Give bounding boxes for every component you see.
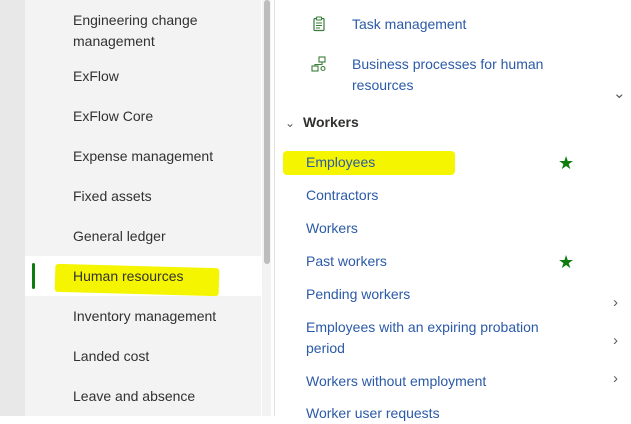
workspace-task-management[interactable]: Task management [352,14,572,35]
chevron-down-icon: ⌄ [285,116,296,130]
process-flow-icon [311,56,326,72]
workspace-business-processes-hr[interactable]: Business processes for human resources [352,54,572,96]
nav-item-leave-and-absence[interactable]: Leave and absence [25,386,261,407]
nav-item-human-resources[interactable]: Human resources [25,256,261,297]
nav-item-exflow-core[interactable]: ExFlow Core [25,106,261,127]
nav-item-engineering-change-management[interactable]: Engineering change management [25,10,261,52]
chevron-right-icon[interactable]: › [613,295,618,310]
link-label-line1: Employees with an expiring probation [306,319,539,335]
link-employees-expiring-probation[interactable]: Employees with an expiring probation per… [306,317,539,359]
nav-item-fixed-assets[interactable]: Fixed assets [25,186,261,207]
nav-item-expense-management[interactable]: Expense management [25,146,261,167]
workspace-label-line1: Business processes for human [352,56,544,72]
nav-item-label-line2: management [73,33,155,49]
chevron-right-icon[interactable]: › [613,371,618,386]
link-workers[interactable]: Workers [306,218,358,239]
link-employees[interactable]: Employees [306,152,375,173]
workspace-label-line2: resources [352,77,414,93]
nav-item-label: Inventory management [73,308,217,324]
module-content-panel: Task management Business processes for h… [275,0,631,421]
link-past-workers[interactable]: Past workers [306,251,387,272]
section-workers-header[interactable]: ⌄ Workers [285,114,359,130]
nav-item-label: Fixed assets [73,188,152,204]
nav-item-label: General ledger [73,228,166,244]
nav-item-exflow[interactable]: ExFlow [25,66,261,87]
module-navigation: Engineering change management ExFlow ExF… [25,0,261,416]
nav-item-label: Landed cost [73,348,150,364]
nav-scrollbar-thumb[interactable] [264,0,270,264]
nav-item-label: ExFlow [73,68,119,84]
link-worker-user-requests[interactable]: Worker user requests [306,403,440,424]
selected-indicator [32,263,35,289]
link-contractors[interactable]: Contractors [306,185,378,206]
link-label-line2: period [306,340,345,356]
nav-item-label: Expense management [73,148,214,164]
nav-item-label-line1: Engineering change [73,12,198,28]
favorite-star-icon[interactable]: ★ [558,253,574,271]
section-title: Workers [303,114,359,130]
nav-item-label: Leave and absence [73,388,196,404]
link-pending-workers[interactable]: Pending workers [306,284,410,305]
favorite-star-icon[interactable]: ★ [558,154,574,172]
nav-item-inventory-management[interactable]: Inventory management [25,306,261,327]
clipboard-icon [313,16,325,32]
chevron-right-icon[interactable]: › [613,333,618,348]
nav-item-label: ExFlow Core [73,108,154,124]
link-workers-without-employment[interactable]: Workers without employment [306,371,486,392]
left-gray-strip [0,0,25,416]
nav-item-landed-cost[interactable]: Landed cost [25,346,261,367]
nav-item-label: Human resources [73,268,184,284]
nav-item-general-ledger[interactable]: General ledger [25,226,261,247]
chevron-down-icon[interactable]: ⌄ [613,86,626,101]
